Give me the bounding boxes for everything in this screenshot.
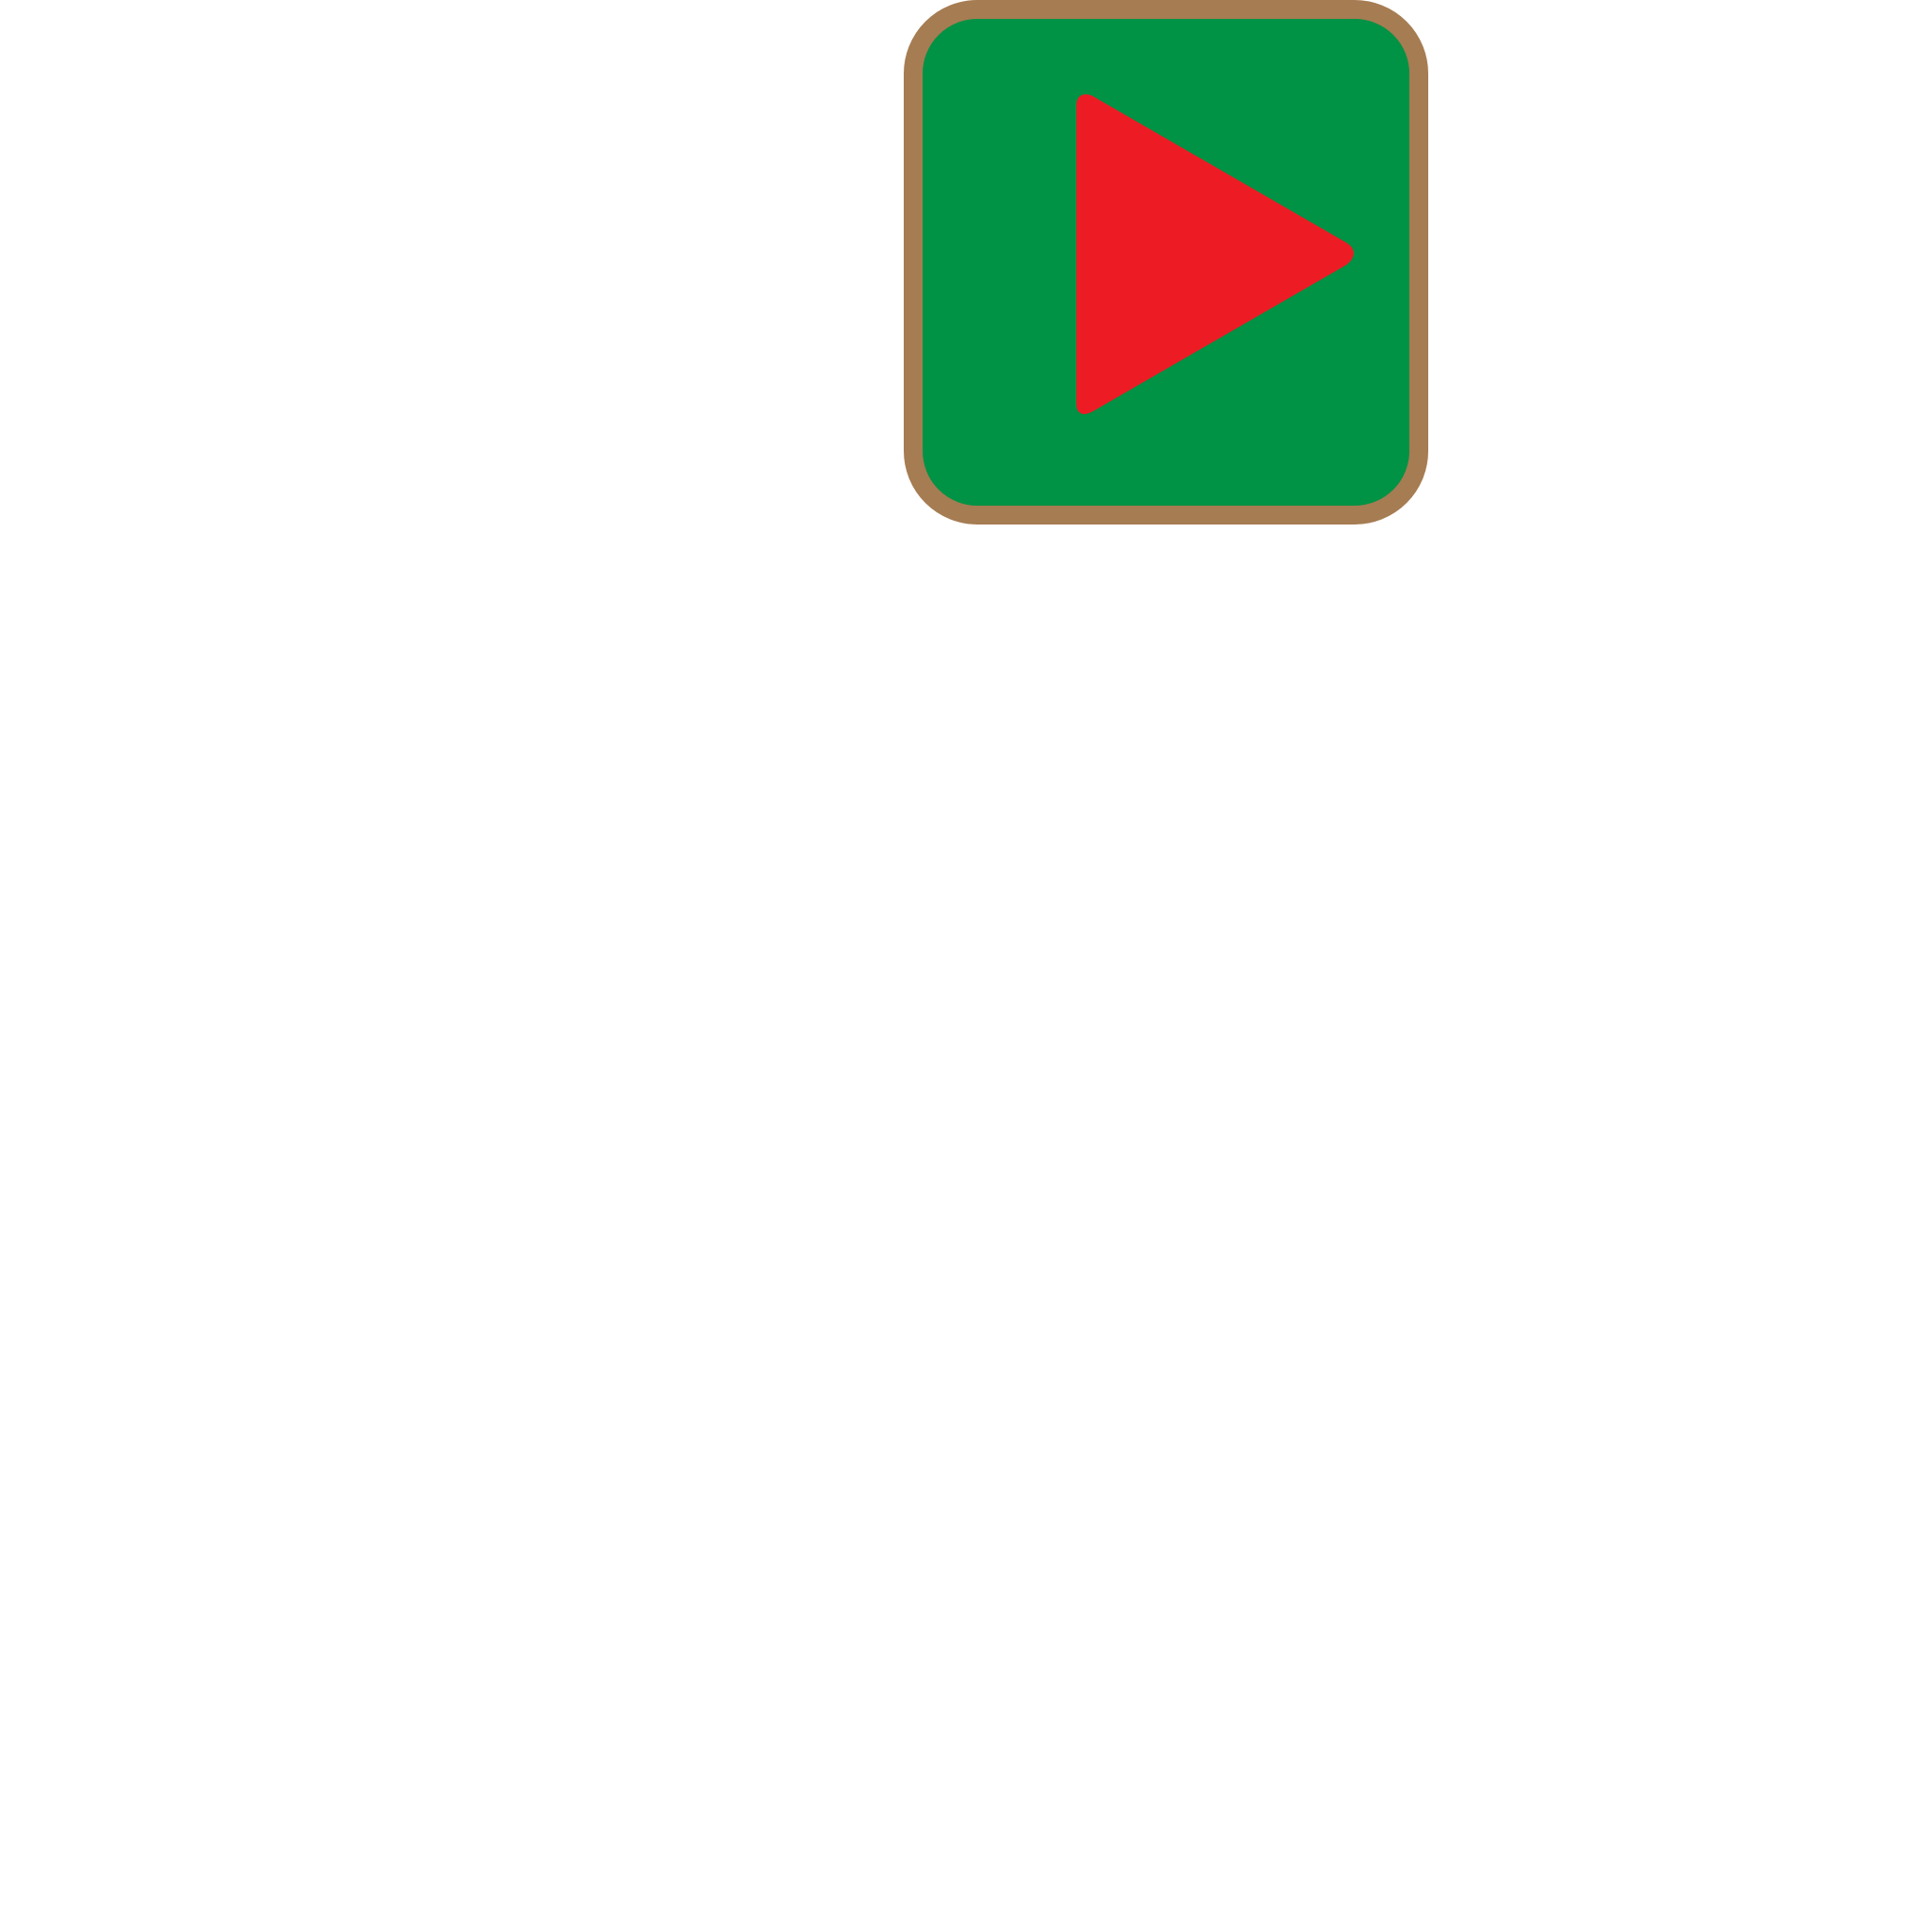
canvas bbox=[0, 0, 1932, 1932]
play-icon-shape bbox=[1076, 94, 1354, 414]
play-button[interactable] bbox=[904, 0, 1428, 525]
play-icon bbox=[923, 19, 1409, 506]
